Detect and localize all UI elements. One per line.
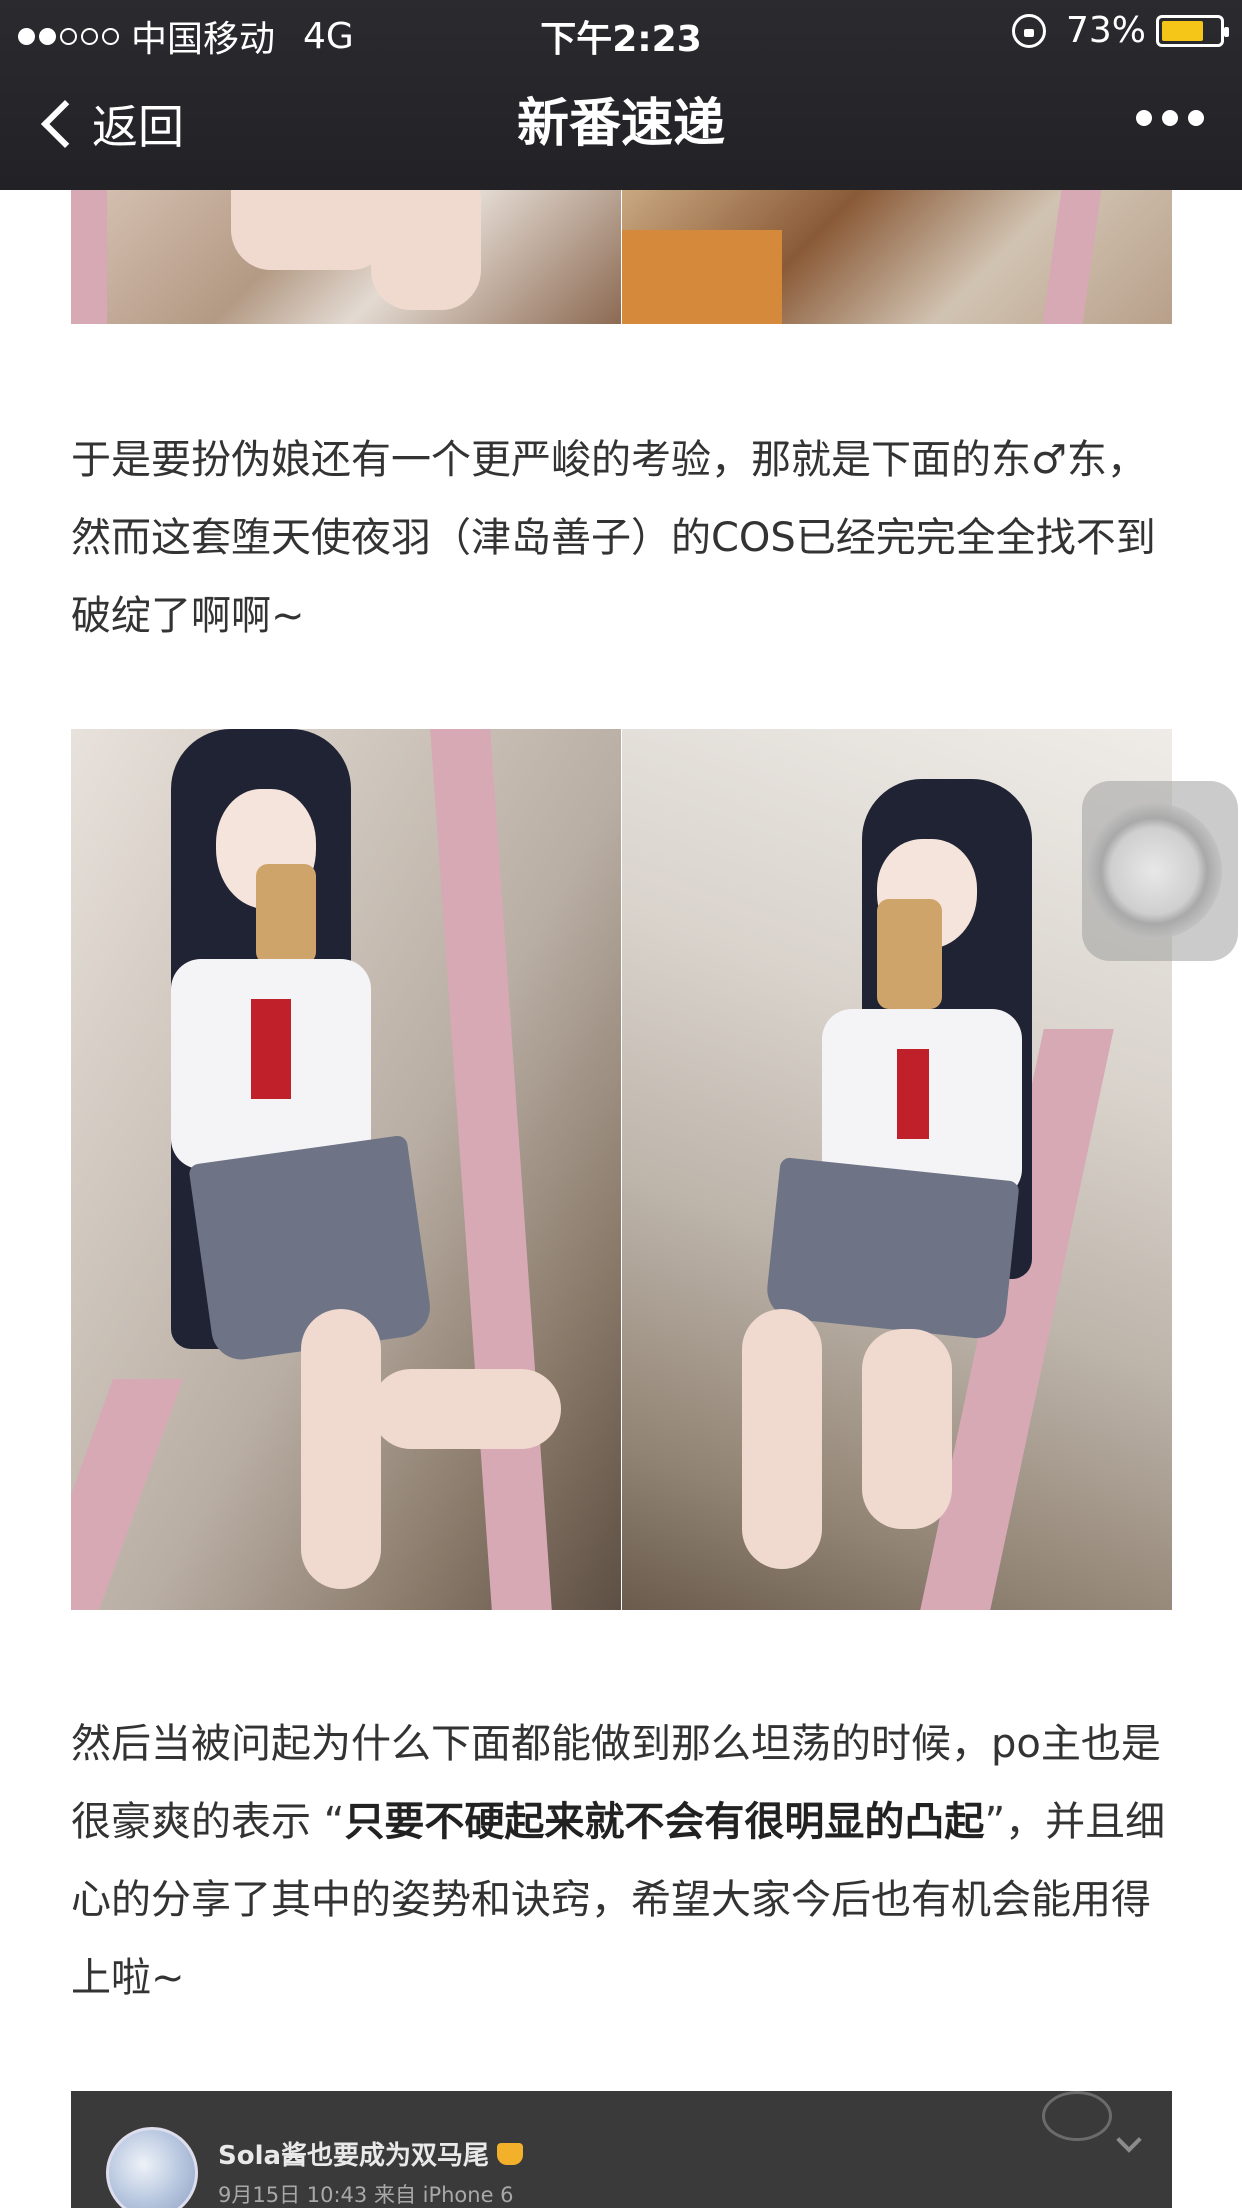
battery-percent: 73% xyxy=(1065,10,1146,51)
paragraph-2-bold-quote: 只要不硬起来就不会有很明显的凸起 xyxy=(344,1799,985,1845)
battery-icon xyxy=(1156,14,1229,47)
card-meta: 9月15日 10:43 来自 iPhone 6 xyxy=(218,2183,514,2207)
top-chrome: 中国移动 4G 下午2:23 73% 返回 新番速递 xyxy=(0,0,1242,190)
image-left-half xyxy=(71,729,621,1610)
page-title: 新番速递 xyxy=(516,94,725,154)
status-right: 73% xyxy=(1011,10,1229,51)
vip-badge-icon xyxy=(497,2142,524,2165)
avatar[interactable] xyxy=(106,2127,198,2208)
embedded-weibo-card[interactable]: Sola酱也要成为双马尾 9月15日 10:43 来自 iPhone 6 xyxy=(71,2091,1172,2208)
image-right-half xyxy=(622,190,1172,324)
article-paragraph-1: 于是要扮伪娘还有一个更严峻的考验，那就是下面的东♂东，然而这套堕天使夜羽（津岛善… xyxy=(71,437,1156,639)
card-username[interactable]: Sola酱也要成为双马尾 xyxy=(218,2135,524,2172)
assistive-touch-icon xyxy=(1086,803,1222,939)
status-bar: 中国移动 4G 下午2:23 73% xyxy=(0,0,1242,62)
image-left-half xyxy=(71,190,621,324)
nav-bar: 返回 新番速递 xyxy=(0,62,1242,190)
assistive-touch-button[interactable] xyxy=(1082,781,1238,961)
article-image-main xyxy=(71,729,1172,1610)
chevron-down-icon[interactable] xyxy=(1116,2127,1142,2153)
watermark-stamp-icon xyxy=(1042,2091,1112,2141)
username-text: Sola酱也要成为双马尾 xyxy=(218,2141,490,2171)
article-paragraph-2: 然后当被问起为什么下面都能做到那么坦荡的时候，po主也是很豪爽的表示 “只要不硬… xyxy=(71,1705,1172,2017)
more-dots-icon[interactable] xyxy=(1136,110,1204,126)
article-image-top xyxy=(71,190,1172,324)
rotation-lock-icon xyxy=(1011,13,1046,48)
